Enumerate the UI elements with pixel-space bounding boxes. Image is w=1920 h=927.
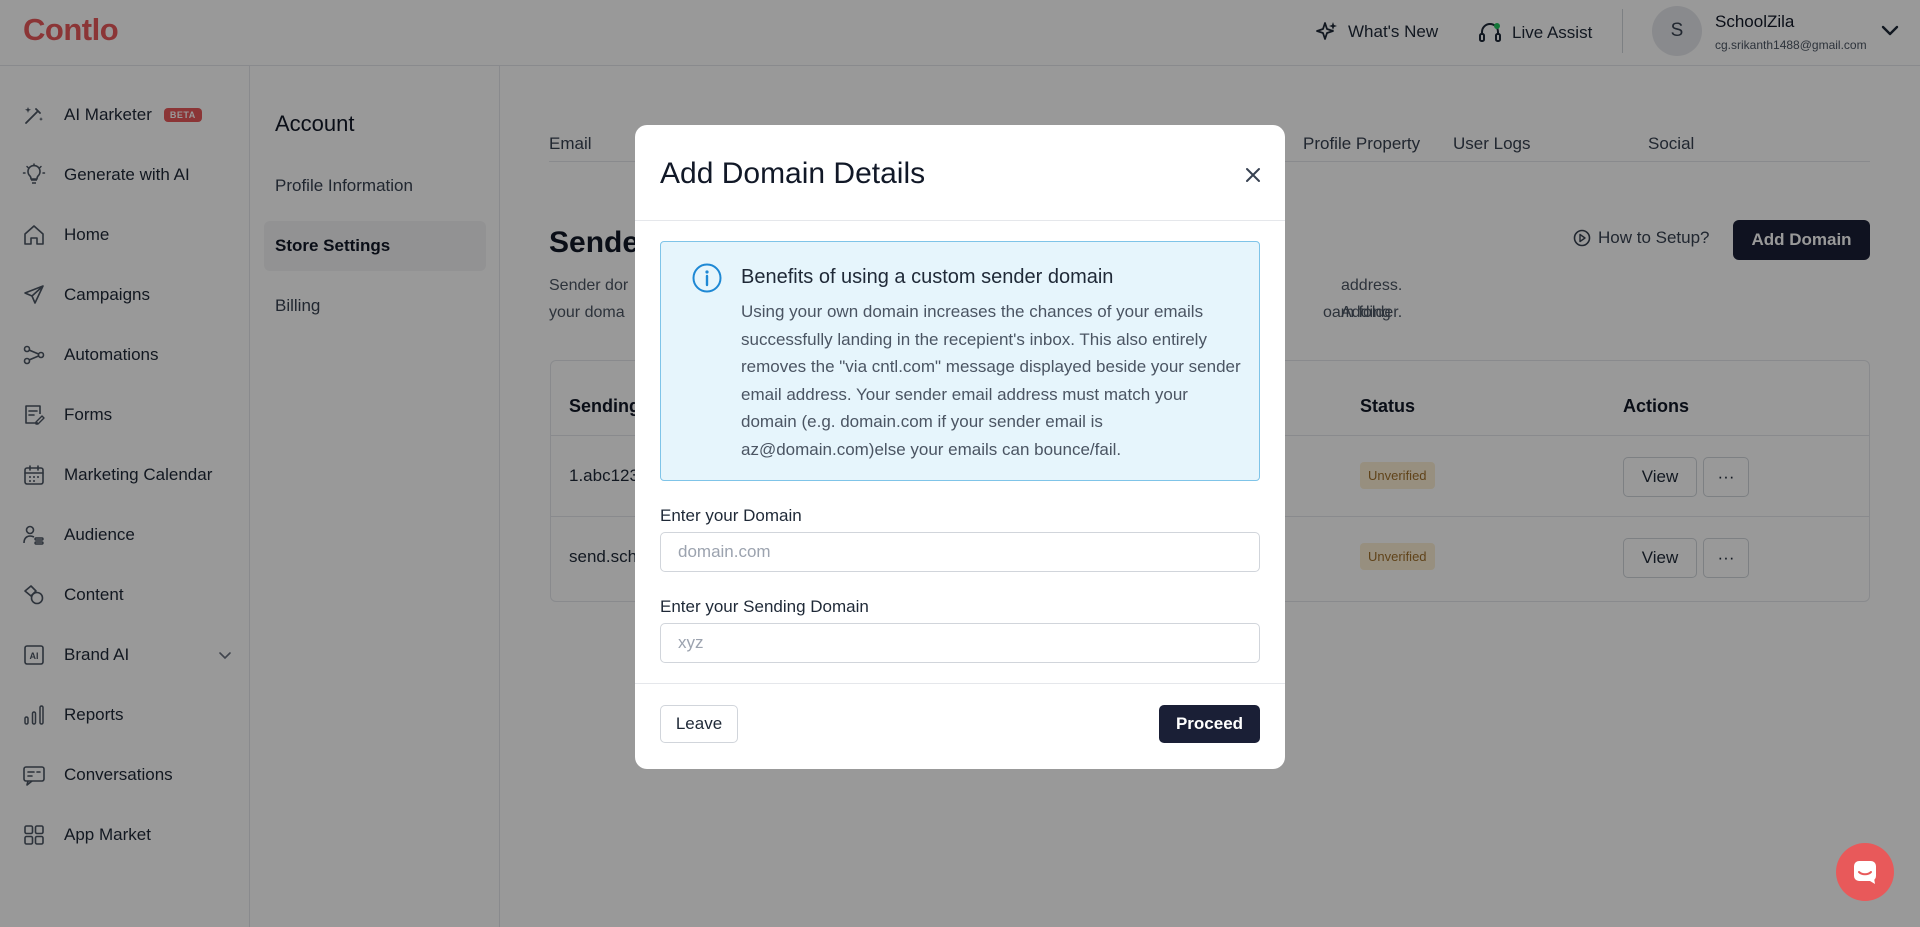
info-callout: Benefits of using a custom sender domain… — [660, 241, 1260, 481]
proceed-button[interactable]: Proceed — [1159, 705, 1260, 743]
add-domain-modal: Add Domain Details Benefits of using a c… — [635, 125, 1285, 769]
chat-launcher-button[interactable] — [1836, 843, 1894, 901]
close-icon[interactable] — [1243, 165, 1263, 185]
info-title: Benefits of using a custom sender domain — [741, 266, 1114, 288]
modal-title: Add Domain Details — [660, 157, 926, 190]
domain-field-label: Enter your Domain — [660, 506, 802, 525]
chat-bubble-icon — [1854, 861, 1876, 884]
domain-input[interactable] — [660, 532, 1260, 572]
modal-header-divider — [635, 220, 1285, 221]
info-icon — [692, 263, 722, 293]
sending-domain-input[interactable] — [660, 623, 1260, 663]
modal-footer-divider — [635, 683, 1285, 684]
leave-button[interactable]: Leave — [660, 705, 738, 743]
info-body: Using your own domain increases the chan… — [741, 302, 1241, 459]
sending-domain-field-label: Enter your Sending Domain — [660, 597, 869, 616]
